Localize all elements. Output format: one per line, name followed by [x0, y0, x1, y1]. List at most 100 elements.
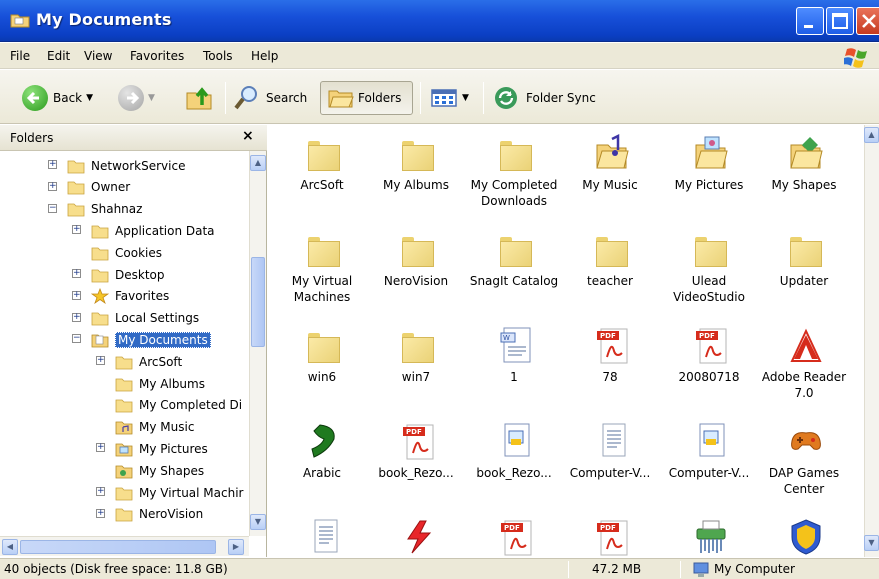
file-item[interactable]: PDF: [563, 513, 657, 557]
menu-edit[interactable]: Edit: [47, 49, 70, 63]
scroll-up-icon[interactable]: ▲: [250, 155, 266, 171]
back-dropdown-icon[interactable]: ▼: [86, 93, 93, 103]
menu-file[interactable]: File: [10, 49, 30, 63]
folders-button[interactable]: Folders: [320, 81, 413, 115]
file-item[interactable]: [757, 513, 851, 557]
pictures-folder-icon: [693, 133, 729, 173]
folder-tree-vertical-scrollbar[interactable]: ▲ ▼: [249, 151, 266, 536]
search-button[interactable]: Search: [232, 81, 307, 115]
file-item[interactable]: My Albums: [369, 129, 463, 219]
close-icon[interactable]: ×: [242, 128, 254, 144]
maximize-button[interactable]: [826, 7, 854, 35]
file-item[interactable]: [275, 513, 369, 557]
scroll-left-icon[interactable]: ◀: [2, 539, 18, 555]
file-item[interactable]: Adobe Reader 7.0: [757, 321, 851, 411]
tree-item[interactable]: Cookies: [91, 242, 162, 263]
menu-tools[interactable]: Tools: [203, 49, 233, 63]
file-item[interactable]: PDF 78: [563, 321, 657, 411]
expand-icon[interactable]: +: [48, 181, 57, 191]
tree-item[interactable]: + Owner: [48, 177, 130, 198]
tree-item[interactable]: + Application Data: [72, 220, 215, 241]
forward-dropdown-icon[interactable]: ▼: [148, 93, 155, 103]
expand-icon[interactable]: +: [96, 508, 105, 518]
file-item[interactable]: win6: [275, 321, 369, 411]
tree-item[interactable]: My Shapes: [115, 460, 204, 481]
file-item[interactable]: My Shapes: [757, 129, 851, 219]
menu-view[interactable]: View: [84, 49, 112, 63]
file-item[interactable]: NeroVision: [369, 225, 463, 315]
file-item[interactable]: Computer-V...: [563, 417, 657, 507]
file-item[interactable]: Ulead VideoStudio: [662, 225, 756, 315]
minimize-button[interactable]: [796, 7, 824, 35]
tree-item[interactable]: My Music: [115, 417, 194, 438]
scroll-thumb[interactable]: [251, 257, 265, 347]
expand-icon[interactable]: +: [72, 225, 81, 235]
file-item[interactable]: [662, 513, 756, 557]
collapse-icon[interactable]: −: [72, 334, 81, 344]
tree-item[interactable]: + Local Settings: [72, 308, 200, 329]
expand-icon[interactable]: +: [48, 160, 57, 169]
file-item[interactable]: Computer-V...: [662, 417, 756, 507]
tree-item[interactable]: + Favorites: [72, 286, 169, 307]
back-button[interactable]: Back ▼: [22, 81, 93, 115]
tree-item[interactable]: + NeroVision: [96, 504, 203, 525]
file-item-label: win6: [307, 370, 337, 384]
tree-item-label: My Completed Di: [139, 398, 243, 413]
up-folder-button[interactable]: [184, 81, 214, 115]
file-item[interactable]: book_Rezo...: [467, 417, 561, 507]
scroll-right-icon[interactable]: ▶: [228, 539, 244, 555]
menu-favorites[interactable]: Favorites: [130, 49, 184, 63]
tree-item[interactable]: − My Documents: [72, 329, 211, 350]
tree-item[interactable]: + NetworkService: [48, 155, 185, 176]
file-item[interactable]: teacher: [563, 225, 657, 315]
file-item-label: 78: [602, 370, 618, 384]
file-item[interactable]: My Pictures: [662, 129, 756, 219]
windows-logo-icon: [844, 48, 867, 68]
text-doc-icon: [306, 517, 342, 557]
tree-item[interactable]: My Albums: [115, 373, 205, 394]
tree-item[interactable]: − Shahnaz: [48, 199, 142, 220]
tree-item-label: Local Settings: [115, 311, 200, 326]
file-item[interactable]: My Music: [563, 129, 657, 219]
collapse-icon[interactable]: −: [48, 203, 57, 213]
file-item[interactable]: DAP Games Center: [757, 417, 851, 507]
folder-sync-button[interactable]: Folder Sync: [492, 81, 596, 115]
forward-button[interactable]: ▼: [118, 81, 155, 115]
file-item[interactable]: ArcSoft: [275, 129, 369, 219]
folder-icon: [306, 229, 342, 269]
tree-item[interactable]: + Desktop: [72, 264, 165, 285]
file-item[interactable]: [369, 513, 463, 557]
file-item[interactable]: PDF 20080718: [662, 321, 756, 411]
expand-icon[interactable]: +: [96, 356, 105, 366]
expand-icon[interactable]: +: [72, 269, 81, 278]
file-item[interactable]: Arabic: [275, 417, 369, 507]
menu-help[interactable]: Help: [251, 49, 278, 63]
tree-item[interactable]: + My Virtual Machir: [96, 482, 243, 503]
tree-item[interactable]: + ArcSoft: [96, 351, 182, 372]
views-button[interactable]: ▼: [430, 81, 469, 115]
folder-tree-horizontal-scrollbar[interactable]: ◀ ▶: [0, 536, 249, 556]
tree-item[interactable]: My Completed Di: [115, 395, 242, 416]
file-item[interactable]: Updater: [757, 225, 851, 315]
file-item[interactable]: PDF book_Rezo...: [369, 417, 463, 507]
file-item[interactable]: win7: [369, 321, 463, 411]
file-item[interactable]: My Virtual Machines: [275, 225, 369, 315]
file-item[interactable]: PDF: [467, 513, 561, 557]
file-list-vertical-scrollbar[interactable]: ▲ ▼: [864, 125, 879, 557]
tree-item[interactable]: + My Pictures: [96, 438, 208, 459]
file-item[interactable]: SnagIt Catalog: [467, 225, 561, 315]
views-dropdown-icon[interactable]: ▼: [462, 93, 469, 103]
expand-icon[interactable]: +: [96, 487, 105, 496]
scroll-thumb[interactable]: [20, 540, 216, 554]
close-button[interactable]: [856, 7, 879, 35]
expand-icon[interactable]: +: [72, 290, 81, 300]
expand-icon[interactable]: +: [72, 312, 81, 322]
scroll-down-icon[interactable]: ▼: [250, 514, 266, 530]
scroll-up-icon[interactable]: ▲: [864, 127, 879, 143]
title-bar[interactable]: My Documents: [0, 0, 879, 42]
file-item[interactable]: My Completed Downloads: [467, 129, 561, 219]
file-item[interactable]: W1: [467, 321, 561, 411]
expand-icon[interactable]: +: [96, 443, 105, 453]
scroll-down-icon[interactable]: ▼: [864, 535, 879, 551]
status-bar: 40 objects (Disk free space: 11.8 GB) 47…: [0, 558, 879, 579]
